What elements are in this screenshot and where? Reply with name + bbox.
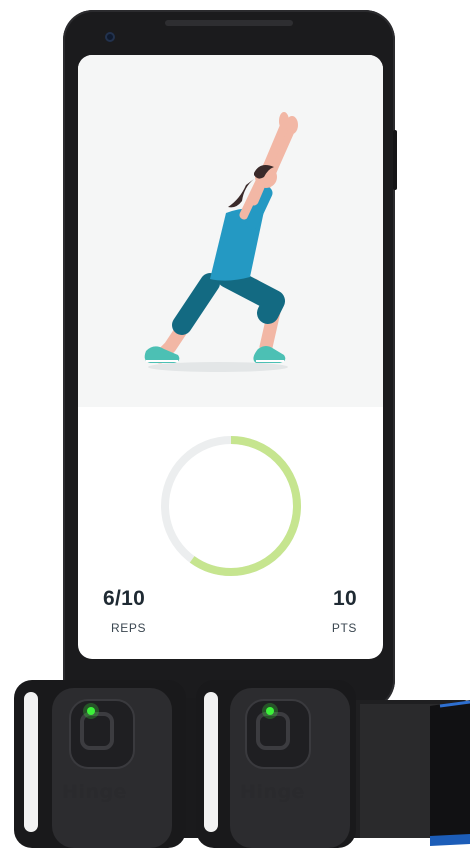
points-stat: 10 PTS [332, 587, 357, 635]
sensor-left-brand: Hinge [62, 781, 127, 803]
sensor-left: Hinge [14, 680, 186, 848]
phone-speaker [165, 20, 293, 26]
reps-stat: 6/10 REPS [103, 587, 146, 635]
front-camera-icon [105, 32, 115, 42]
reps-label: REPS [111, 621, 147, 635]
sensor-right-brand: Hinge [240, 781, 305, 803]
reps-value: 6/10 [103, 587, 146, 610]
exercise-screen: 6/10 REPS 10 PTS [78, 55, 383, 659]
points-label: PTS [331, 621, 357, 635]
points-value: 10 [333, 587, 357, 610]
product-scene: 6/10 REPS 10 PTS Hinge Hinge [0, 0, 470, 848]
hinge-sensor-bands: Hinge Hinge [14, 680, 470, 848]
sensor-right: Hinge [196, 680, 356, 848]
lunge-stretch-figure-icon [144, 112, 298, 372]
phone-side-button [393, 130, 397, 190]
progress-ring [161, 436, 301, 576]
exercise-illustration-panel [78, 55, 383, 407]
